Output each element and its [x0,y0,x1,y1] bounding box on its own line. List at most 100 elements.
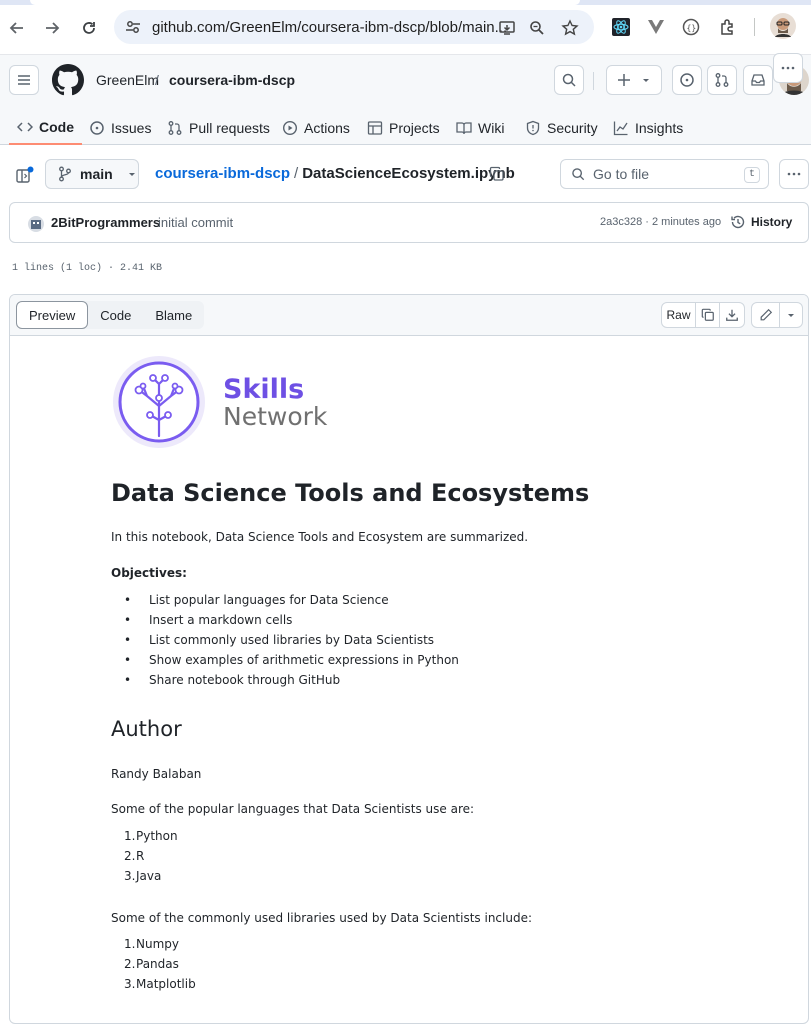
edit-file-button[interactable] [752,303,780,327]
raw-button[interactable]: Raw [662,303,696,327]
code-icon [17,121,33,132]
active-browser-tab[interactable] [30,0,580,5]
file-more-options-button[interactable] [779,159,809,189]
toolbar-divider [754,18,755,36]
skills-network-logo: Skills Network [111,354,351,454]
tab-security[interactable]: Security [525,110,598,145]
history-button[interactable]: History [730,214,792,230]
objectives-label: Objectives: [111,566,187,580]
breadcrumb-repo[interactable]: coursera-ibm-dscp [169,72,295,88]
objective-text: Show examples of arithmetic expressions … [149,653,459,667]
url-text[interactable]: github.com/GreenElm/coursera-ibm-dscp/bl… [152,19,507,36]
pull-request-icon [168,120,182,135]
back-icon[interactable] [6,17,28,39]
tab-issues[interactable]: Issues [89,110,151,145]
zoom-icon[interactable] [527,18,547,38]
download-icon [726,309,738,321]
inbox-button[interactable] [743,65,773,95]
tab-issues-label: Issues [111,119,152,136]
tab-security-label: Security [547,119,598,136]
bookmark-star-icon[interactable] [560,18,580,38]
create-new-button[interactable] [606,65,662,95]
copy-raw-button[interactable] [696,303,720,327]
plus-icon [618,74,630,86]
tab-code[interactable]: Code [9,110,82,145]
tab-code-label: Code [39,118,74,135]
libraries-list: 1.Numpy 2.Pandas 3.Matplotlib [111,934,196,994]
list-item: 1.Numpy [111,934,196,954]
address-bar[interactable]: github.com/GreenElm/coursera-ibm-dscp/bl… [114,10,594,44]
expand-file-tree-icon[interactable] [13,165,35,187]
tab-insights[interactable]: Insights [613,110,683,145]
search-button[interactable] [554,65,584,95]
file-info: 1 lines (1 loc) · 2.41 KB [12,263,163,274]
preview-tab[interactable]: Preview [16,301,89,329]
languages-list: 1.Python 2.R 3.Java [111,826,178,886]
view-mode-toggle: Preview Code Blame [16,301,205,329]
history-icon [731,215,745,229]
json-viewer-icon[interactable]: {} [680,16,702,38]
list-item: List popular languages for Data Science [111,590,459,610]
go-to-file-placeholder: Go to file [593,166,650,182]
site-settings-icon[interactable] [124,18,142,36]
edit-actions-group [751,302,803,328]
tab-actions[interactable]: Actions [282,110,350,145]
blame-tab[interactable]: Blame [143,301,204,329]
extensions-puzzle-icon[interactable] [717,16,739,38]
objective-text: List commonly used libraries by Data Sci… [149,633,435,647]
reload-icon[interactable] [78,17,100,39]
pencil-icon [760,308,772,321]
go-to-file-input[interactable]: Go to file t [560,159,769,189]
tab-wiki-label: Wiki [478,119,505,136]
copy-path-icon[interactable] [489,166,507,184]
pull-requests-button[interactable] [707,65,737,95]
commit-meta[interactable]: 2a3c328 · 2 minutes ago [600,216,721,228]
react-devtools-icon[interactable] [610,16,632,38]
breadcrumb-owner[interactable]: GreenElm [96,72,159,88]
copy-icon [701,308,714,321]
list-number: 1. [124,829,136,843]
caret-down-icon [128,173,135,176]
vue-devtools-icon[interactable] [645,16,667,38]
objective-text: List popular languages for Data Science [149,593,389,607]
tab-projects[interactable]: Projects [367,110,440,145]
breadcrumb-separator: / [155,72,159,88]
objective-text: Insert a markdown cells [149,613,293,627]
branch-selector-button[interactable]: main [45,159,139,189]
issues-button[interactable] [672,65,702,95]
edit-dropdown-button[interactable] [780,303,802,327]
play-icon [282,120,298,135]
install-app-icon[interactable] [497,18,517,38]
caret-down-icon [788,314,794,317]
list-item: 2.R [111,846,178,866]
file-view: Preview Code Blame Raw Skills Network Da… [9,294,809,1024]
browser-toolbar: github.com/GreenElm/coursera-ibm-dscp/bl… [0,0,811,55]
profile-avatar[interactable] [770,13,796,39]
commit-author-avatar[interactable] [28,216,44,232]
repo-nav-more-button[interactable] [773,53,803,83]
list-number: 2. [124,849,136,863]
issue-icon [90,120,104,135]
hamburger-menu-button[interactable] [9,65,39,95]
download-raw-button[interactable] [720,303,744,327]
forward-icon[interactable] [41,17,63,39]
skills-network-tree-icon [113,356,205,448]
commit-author[interactable]: 2BitProgrammers [51,215,160,230]
path-repo-link[interactable]: coursera-ibm-dscp [155,165,290,182]
path-file-name: DataScienceEcosystem.ipynb [302,165,515,182]
repo-nav: Code Issues Pull requests Actions Projec… [0,53,811,145]
path-separator: / [294,165,299,182]
intro-paragraph: In this notebook, Data Science Tools and… [111,530,529,544]
svg-text:{}: {} [687,24,697,33]
tab-pull-requests-label: Pull requests [189,119,270,136]
language-name: R [136,849,145,863]
commit-message[interactable]: initial commit [158,215,233,230]
objective-text: Share notebook through GitHub [149,673,341,687]
kebab-horizontal-icon [781,66,795,70]
language-name: Python [136,829,178,843]
github-logo-icon[interactable] [52,64,84,96]
tab-pull-requests[interactable]: Pull requests [167,110,270,145]
code-tab[interactable]: Code [88,301,143,329]
tab-wiki[interactable]: Wiki [456,110,504,145]
history-label: History [751,215,793,229]
